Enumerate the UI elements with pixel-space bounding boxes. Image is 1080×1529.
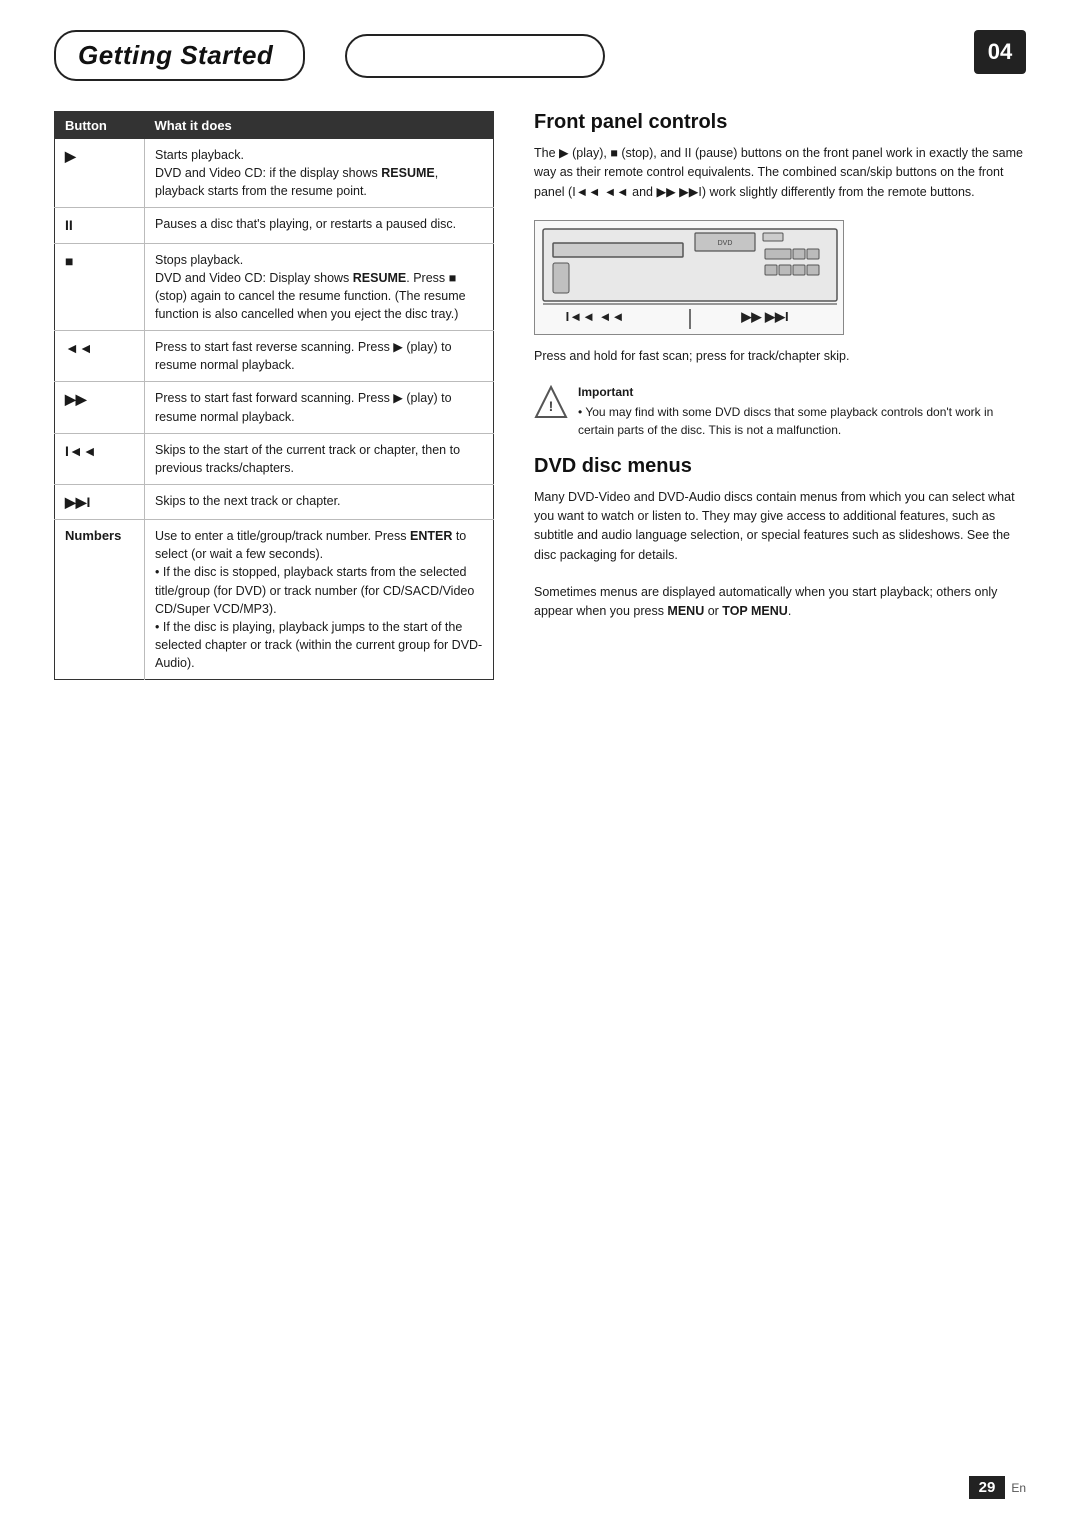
front-panel-title: Front panel controls xyxy=(534,111,1026,134)
main-content: Button What it does ▶ Starts playback. D… xyxy=(0,101,1080,720)
desc-cell: Use to enter a title/group/track number.… xyxy=(145,520,494,680)
svg-text:▶▶ ▶▶I: ▶▶ ▶▶I xyxy=(740,309,788,324)
button-cell: ◄◄ xyxy=(55,331,145,382)
important-content: Important • You may find with some DVD d… xyxy=(578,385,1026,439)
dvd-disc-menus-title: DVD disc menus xyxy=(534,455,1026,478)
desc-cell: Skips to the start of the current track … xyxy=(145,433,494,484)
table-row: ◄◄ Press to start fast reverse scanning.… xyxy=(55,331,494,382)
table-row: ▶▶ Press to start fast forward scanning.… xyxy=(55,382,494,433)
dvd-disc-menus-body1: Many DVD-Video and DVD-Audio discs conta… xyxy=(534,488,1026,566)
dvd-diagram: DVD xyxy=(534,220,844,335)
button-cell: II xyxy=(55,208,145,243)
button-cell: I◄◄ xyxy=(55,433,145,484)
left-column: Button What it does ▶ Starts playback. D… xyxy=(54,111,494,680)
footer: 29 En xyxy=(0,1476,1080,1499)
table-row: ▶ Starts playback. DVD and Video CD: if … xyxy=(55,139,494,208)
svg-text:I◄◄ ◄◄: I◄◄ ◄◄ xyxy=(566,309,625,324)
front-panel-caption: Press and hold for fast scan; press for … xyxy=(534,347,1026,366)
desc-cell: Starts playback. DVD and Video CD: if th… xyxy=(145,139,494,208)
footer-language: En xyxy=(1011,1481,1026,1495)
button-cell: ▶ xyxy=(55,139,145,208)
desc-cell: Pauses a disc that's playing, or restart… xyxy=(145,208,494,243)
table-header-button: Button xyxy=(55,112,145,140)
dvd-disc-menus-section: DVD disc menus Many DVD-Video and DVD-Au… xyxy=(534,455,1026,622)
front-panel-section: Front panel controls The ▶ (play), ■ (st… xyxy=(534,111,1026,439)
footer-page-number: 29 xyxy=(969,1476,1006,1499)
important-text: • You may find with some DVD discs that … xyxy=(578,403,1026,439)
header: Getting Started 04 xyxy=(0,0,1080,101)
svg-text:!: ! xyxy=(549,398,554,414)
button-cell: ■ xyxy=(55,243,145,331)
table-header-what: What it does xyxy=(145,112,494,140)
table-row: I◄◄ Skips to the start of the current tr… xyxy=(55,433,494,484)
right-column: Front panel controls The ▶ (play), ■ (st… xyxy=(534,111,1026,680)
important-icon: ! xyxy=(534,385,568,423)
table-row: II Pauses a disc that's playing, or rest… xyxy=(55,208,494,243)
warning-triangle-icon: ! xyxy=(534,385,568,423)
title-box: Getting Started xyxy=(54,30,305,81)
desc-cell: Skips to the next track or chapter. xyxy=(145,484,494,519)
front-panel-body: The ▶ (play), ■ (stop), and II (pause) b… xyxy=(534,144,1026,202)
desc-cell: Press to start fast reverse scanning. Pr… xyxy=(145,331,494,382)
button-cell: ▶▶I xyxy=(55,484,145,519)
header-center-box xyxy=(345,34,605,78)
button-cell: ▶▶ xyxy=(55,382,145,433)
important-label: Important xyxy=(578,385,1026,399)
button-table: Button What it does ▶ Starts playback. D… xyxy=(54,111,494,680)
table-row: Numbers Use to enter a title/group/track… xyxy=(55,520,494,680)
desc-cell: Press to start fast forward scanning. Pr… xyxy=(145,382,494,433)
important-box: ! Important • You may find with some DVD… xyxy=(534,385,1026,439)
dvd-diagram-svg: DVD xyxy=(535,221,844,335)
table-row: ▶▶I Skips to the next track or chapter. xyxy=(55,484,494,519)
page-container: Getting Started 04 Button What it does ▶ xyxy=(0,0,1080,1529)
button-cell: Numbers xyxy=(55,520,145,680)
page-title: Getting Started xyxy=(78,40,273,70)
dvd-disc-menus-body2: Sometimes menus are displayed automatica… xyxy=(534,583,1026,622)
header-page-number: 04 xyxy=(974,30,1026,74)
desc-cell: Stops playback. DVD and Video CD: Displa… xyxy=(145,243,494,331)
svg-text:DVD: DVD xyxy=(718,240,733,247)
table-row: ■ Stops playback. DVD and Video CD: Disp… xyxy=(55,243,494,331)
